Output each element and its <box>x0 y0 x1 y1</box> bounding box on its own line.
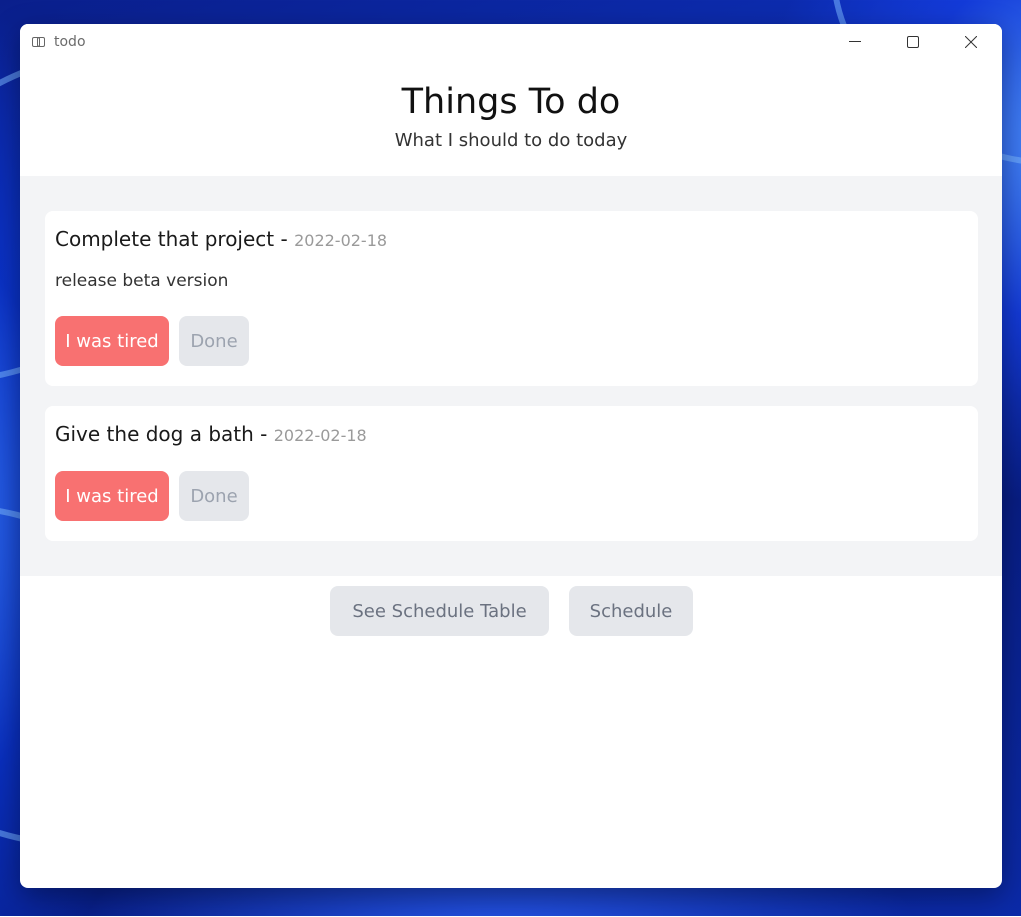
page-title: Things To do <box>401 82 621 122</box>
minimize-button[interactable] <box>832 24 878 60</box>
schedule-button[interactable]: Schedule <box>569 586 693 636</box>
done-button[interactable]: Done <box>179 471 249 521</box>
todo-title: Give the dog a bath <box>55 422 254 446</box>
todo-title-separator: - <box>274 227 295 251</box>
minimize-icon <box>849 41 861 42</box>
window-title: todo <box>54 34 86 50</box>
todo-description: release beta version <box>55 271 229 291</box>
todo-title-separator: - <box>253 422 274 446</box>
close-icon <box>965 36 977 48</box>
maximize-icon <box>907 36 919 48</box>
todo-title-line: Give the dog a bath - 2022-02-18 <box>55 422 367 446</box>
page-subtitle: What I should to do today <box>394 130 628 151</box>
title-bar[interactable]: todo <box>20 24 1002 60</box>
done-button[interactable]: Done <box>179 316 249 366</box>
maximize-button[interactable] <box>890 24 936 60</box>
page-header: Things To do What I should to do today <box>20 60 1002 176</box>
i-was-tired-button[interactable]: I was tired <box>55 471 169 521</box>
todo-list: Complete that project - 2022-02-18 relea… <box>20 176 1002 576</box>
app-icon <box>32 37 45 47</box>
todo-card: Give the dog a bath - 2022-02-18 I was t… <box>45 406 978 541</box>
app-window: todo Things To do What I should to do to… <box>20 24 1002 888</box>
todo-date: 2022-02-18 <box>294 231 388 250</box>
todo-card: Complete that project - 2022-02-18 relea… <box>45 211 978 386</box>
todo-title: Complete that project <box>55 227 275 251</box>
todo-title-line: Complete that project - 2022-02-18 <box>55 227 387 251</box>
close-button[interactable] <box>948 24 994 60</box>
todo-date: 2022-02-18 <box>273 426 367 445</box>
see-schedule-table-button[interactable]: See Schedule Table <box>330 586 549 636</box>
i-was-tired-button[interactable]: I was tired <box>55 316 169 366</box>
